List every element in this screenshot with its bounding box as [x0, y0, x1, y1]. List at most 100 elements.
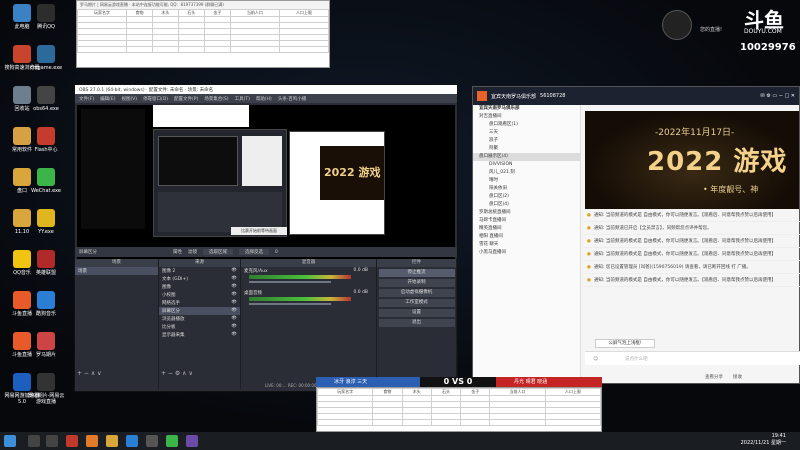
menu-item[interactable]: 停靠窗口(D) — [143, 96, 168, 102]
desktop-icon[interactable]: 罗马期片 — [26, 332, 66, 358]
channel-item[interactable]: 马蹄卡直播间 — [473, 217, 580, 225]
room-name: 宜宾天南罗马俱乐部 — [491, 93, 537, 100]
obs-window[interactable]: OBS 27.0.1 (64-bit, windows) · 配置文件: 未命名… — [74, 84, 458, 392]
table-header-row: 玩家名字 食物 木头 石头 金子 当前人口 人口上限 — [316, 388, 602, 396]
visibility-icon[interactable]: 👁 — [231, 300, 237, 305]
desktop-icon[interactable]: 酷狗音乐 — [26, 291, 66, 317]
channel-item[interactable]: 盘口区(2) — [473, 193, 580, 201]
channel-item[interactable]: 对吉直播间 — [473, 113, 580, 121]
clock[interactable]: 19:41 2022/11/21 星期一 — [741, 433, 786, 447]
visibility-icon[interactable]: 👁 — [231, 324, 237, 329]
select-region-button[interactable]: 选取区域 — [203, 249, 233, 255]
control-button[interactable]: 开始录制 — [378, 279, 455, 287]
chat-window[interactable]: 宜宾天南罗马俱乐部 56108728 ✉ ⚙ ▭ − □ ✕ 宜宾天南罗马俱乐部… — [472, 86, 800, 385]
taskbar-app-icon[interactable] — [86, 435, 98, 447]
source-item[interactable]: 图像 2 👁 — [159, 267, 240, 275]
visibility-icon[interactable]: 👁 — [231, 292, 237, 297]
menu-item[interactable]: 视图(V) — [121, 96, 137, 102]
app-icon — [37, 168, 55, 186]
emoji-icon[interactable]: ☺ — [593, 356, 598, 362]
task-view-icon[interactable] — [46, 435, 58, 447]
menu-item[interactable]: 配置文件(P) — [174, 96, 198, 102]
source-item[interactable]: 图像 👁 — [159, 283, 240, 291]
mic-slider[interactable] — [249, 281, 331, 283]
channel-item[interactable]: 盘口区(4) — [473, 201, 580, 209]
channel-item[interactable]: 精英直播间 — [473, 225, 580, 233]
control-button[interactable]: 启动虚拟摄像机 — [378, 289, 455, 297]
search-icon[interactable] — [28, 435, 40, 447]
channel-item[interactable]: 宜宾天南罗马俱乐部 — [473, 105, 580, 113]
share-button[interactable]: 查看分享 — [705, 374, 723, 380]
mixer-desktop[interactable]: 桌面音频 0.0 dB — [241, 289, 376, 311]
visibility-icon[interactable]: 👁 — [231, 268, 237, 273]
control-button[interactable]: 工作室模式 — [378, 299, 455, 307]
visibility-icon[interactable]: 👁 — [231, 276, 237, 281]
source-item[interactable]: 文本 (GDI+) 👁 — [159, 275, 240, 283]
source-item[interactable]: 网络选手 👁 — [159, 299, 240, 307]
visibility-icon[interactable]: 👁 — [231, 308, 237, 313]
desktop-slider[interactable] — [249, 303, 331, 305]
channel-user[interactable]: 阿聚 — [473, 145, 580, 153]
menu-item[interactable]: 帮助(H) — [256, 96, 272, 102]
browser-icon[interactable] — [126, 435, 138, 447]
window-controls[interactable]: ✉ ⚙ ▭ − □ ✕ — [761, 93, 795, 99]
taskbar-app-icon[interactable] — [186, 435, 198, 447]
source-item[interactable]: 比分板 👁 — [159, 323, 240, 331]
control-button[interactable]: 退出 — [378, 319, 455, 327]
desktop-icon[interactable]: cmgame.exe — [26, 45, 66, 71]
desktop-icon[interactable]: YY.exe — [26, 209, 66, 235]
menu-item[interactable]: 编辑(E) — [100, 96, 115, 102]
desktop-icon[interactable]: 英雄联盟 — [26, 250, 66, 276]
scene-controls[interactable]: + − ∧ ∨ — [77, 370, 102, 377]
desktop-icon[interactable]: 罗马期片-网易云游戏直播 — [26, 373, 66, 405]
stream-banner: -2022年11月17日- 2022 游戏 • 年度靓号、神 — [585, 111, 799, 209]
visibility-icon[interactable]: 👁 — [231, 284, 237, 289]
source-item[interactable]: 显示器采集 👁 — [159, 331, 240, 339]
menu-item[interactable]: 场景集合(S) — [204, 96, 228, 102]
channel-user[interactable]: 浪子 — [473, 137, 580, 145]
receive-button[interactable]: 接收 — [733, 374, 742, 380]
mixer-mic[interactable]: 麦克风/Aux 0.0 dB — [241, 267, 376, 289]
source-controls[interactable]: + − ⚙ ∧ ∨ — [161, 370, 193, 377]
scene-item[interactable]: 场景 — [75, 267, 158, 275]
start-icon[interactable] — [4, 435, 16, 447]
channel-user[interactable]: 风儿_021.刻 — [473, 169, 580, 177]
taskbar-app-icon[interactable] — [66, 435, 78, 447]
channel-item[interactable]: 相阳 直播间 — [473, 233, 580, 241]
filters-button[interactable]: 滤镜 — [188, 249, 197, 255]
menu-item[interactable]: 工具(T) — [235, 96, 250, 102]
control-button[interactable]: 停止推流 — [378, 269, 455, 277]
chat-input[interactable]: ☺ 说点什么吧 — [585, 351, 800, 365]
control-button[interactable]: 设置 — [378, 309, 455, 317]
channel-item[interactable]: 小黑马直播间 — [473, 249, 580, 257]
desktop-icon[interactable]: 腾讯QQ — [26, 4, 66, 30]
properties-button[interactable]: 属性 — [173, 249, 182, 255]
desktop-icon[interactable]: obs64.exe — [26, 86, 66, 112]
desktop-icon[interactable]: Flash中心 — [26, 127, 66, 153]
source-item[interactable]: 小校图 👁 — [159, 291, 240, 299]
channel-user[interactable]: 阳关依旧 — [473, 185, 580, 193]
visibility-icon[interactable]: 👁 — [231, 316, 237, 321]
channel-item[interactable]: 雪花 聊天 — [473, 241, 580, 249]
channel-user[interactable]: 晴时 — [473, 177, 580, 185]
channel-item[interactable]: 盘口观看区(1) — [473, 121, 580, 129]
source-bar-label: 屏幕区分 — [79, 250, 97, 255]
source-item[interactable]: 浏览器播放 👁 — [159, 315, 240, 323]
menu-item[interactable]: 文件(F) — [79, 96, 94, 102]
channel-item[interactable]: 罗斯总统直播间 — [473, 209, 580, 217]
wechat-icon[interactable] — [166, 435, 178, 447]
channel-item[interactable]: 盘口展示区(4) — [473, 153, 580, 161]
notice-icon: ● — [587, 212, 591, 218]
source-item[interactable]: 屏幕区分 👁 — [159, 307, 240, 315]
resource-sheet-window[interactable]: 罗马期片 | 网易云游戏直播 · 本站中连接功能可能, QQ：819737399… — [76, 0, 330, 68]
desktop-icon[interactable]: WeChat.exe — [26, 168, 66, 194]
select-inverse-button[interactable]: 选择反选 — [239, 249, 269, 255]
visibility-icon[interactable]: 👁 — [231, 332, 237, 337]
channel-user[interactable]: DIVVISION — [473, 161, 580, 169]
app-icon — [37, 250, 55, 268]
obs-icon[interactable] — [146, 435, 158, 447]
folder-icon[interactable] — [106, 435, 118, 447]
menu-item[interactable]: 头条·百鸣小播 — [278, 96, 306, 102]
resource-sheet-bottom[interactable]: 玩家名字 食物 木头 石头 金子 当前人口 人口上限 — [316, 387, 602, 432]
channel-user[interactable]: 三天 — [473, 129, 580, 137]
